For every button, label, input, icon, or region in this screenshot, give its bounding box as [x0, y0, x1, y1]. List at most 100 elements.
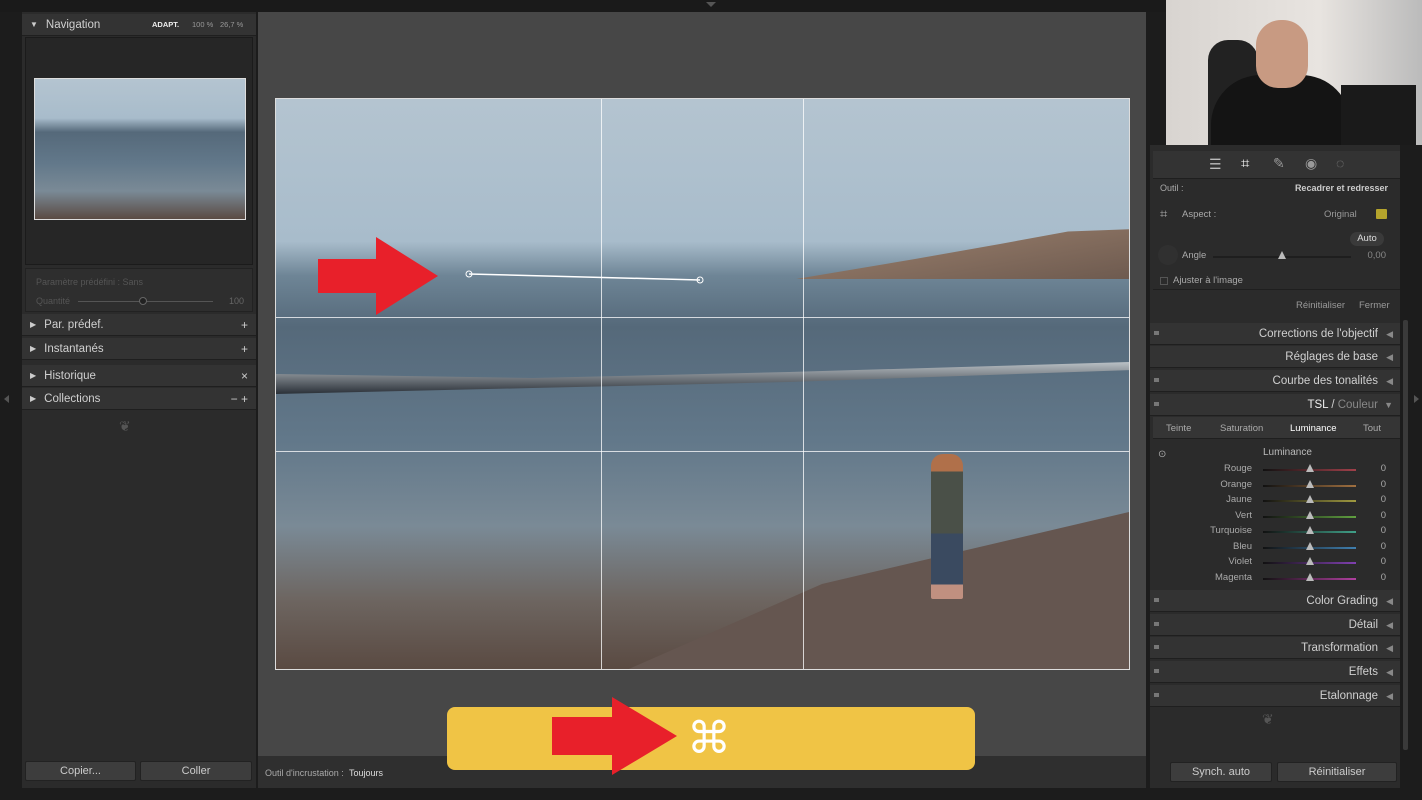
crop-close-button[interactable]: Fermer — [1359, 300, 1390, 311]
overlay-select[interactable]: Toujours — [349, 768, 383, 778]
target-adjust-icon[interactable]: ⊙ — [1158, 449, 1166, 460]
slider-thumb[interactable] — [1306, 526, 1314, 534]
panel-snapshots[interactable]: ▶ Instantanés + — [22, 338, 256, 360]
slider-jaune[interactable]: Jaune 0 — [1150, 494, 1400, 509]
slider-vert[interactable]: Vert 0 — [1150, 510, 1400, 525]
section-hsl[interactable]: TSL / Couleur ▼ — [1150, 394, 1400, 416]
section-calibration[interactable]: Etalonnage ◀ — [1150, 685, 1400, 707]
tool-strip: ☰ ⌗ ✎ ◉ ◌ — [1153, 151, 1400, 179]
toggle-icon[interactable] — [1154, 669, 1159, 673]
lock-icon[interactable] — [1376, 209, 1387, 219]
aspect-select[interactable]: Original — [1324, 209, 1357, 220]
section-lens-corrections[interactable]: Corrections de l'objectif ◀ — [1150, 323, 1400, 345]
slider-rouge[interactable]: Rouge 0 — [1150, 463, 1400, 478]
red-arrow-icon — [552, 697, 677, 775]
clear-history-button[interactable]: × — [241, 369, 248, 383]
angle-slider-thumb[interactable] — [1278, 251, 1286, 259]
paste-button[interactable]: Coller — [140, 761, 252, 781]
edit-sliders-icon[interactable]: ☰ — [1209, 156, 1222, 173]
section-label: Transformation — [1301, 642, 1378, 654]
panel-history[interactable]: ▶ Historique × — [22, 365, 256, 387]
panel-label: Historique — [44, 369, 96, 382]
hsl-title[interactable]: TSL — [1307, 399, 1328, 411]
crop-reset-button[interactable]: Réinitialiser — [1296, 300, 1345, 311]
section-transform[interactable]: Transformation ◀ — [1150, 637, 1400, 659]
section-basic[interactable]: Réglages de base ◀ — [1150, 346, 1400, 368]
section-label: Courbe des tonalités — [1272, 375, 1378, 387]
color-title[interactable]: Couleur — [1338, 399, 1378, 411]
navigation-header[interactable]: ▼ Navigation ADAPT. 100 % 26,7 % — [22, 14, 256, 36]
right-panel-scrollbar[interactable] — [1403, 320, 1408, 750]
add-preset-button[interactable]: + — [241, 318, 248, 332]
add-snapshot-button[interactable]: + — [241, 342, 248, 356]
toggle-icon[interactable] — [1154, 645, 1159, 649]
slider-bleu[interactable]: Bleu 0 — [1150, 541, 1400, 556]
slider-thumb[interactable] — [1306, 541, 1314, 550]
expand-icon: ▶ — [30, 371, 37, 380]
aspect-label: Aspect : — [1182, 209, 1217, 220]
toggle-icon[interactable] — [1154, 693, 1159, 697]
divider — [1153, 289, 1400, 290]
slider-magenta[interactable]: Magenta 0 — [1150, 572, 1400, 587]
right-panel-toggle-icon[interactable] — [1414, 395, 1419, 403]
amount-slider-thumb[interactable] — [139, 297, 147, 305]
section-label: Corrections de l'objectif — [1258, 328, 1378, 340]
slider-label: Magenta — [1215, 571, 1252, 583]
section-tone-curve[interactable]: Courbe des tonalités ◀ — [1150, 370, 1400, 392]
toggle-icon[interactable] — [1154, 331, 1159, 335]
copy-button[interactable]: Copier... — [25, 761, 136, 781]
toggle-icon[interactable] — [1154, 378, 1159, 382]
section-effects[interactable]: Effets ◀ — [1150, 661, 1400, 683]
panel-label: Par. prédef. — [44, 318, 104, 331]
slider-label: Rouge — [1224, 463, 1252, 474]
fit-checkbox[interactable] — [1160, 277, 1168, 285]
panel-presets[interactable]: ▶ Par. prédef. + — [22, 314, 256, 336]
tab-luminance[interactable]: Luminance — [1290, 423, 1336, 434]
sync-button[interactable]: Synch. auto — [1170, 762, 1272, 782]
tab-hue[interactable]: Teinte — [1166, 423, 1191, 434]
healing-icon[interactable]: ✎ — [1273, 155, 1285, 172]
expand-icon: ◀ — [1386, 329, 1393, 339]
slider-thumb[interactable] — [1306, 495, 1314, 503]
toggle-icon[interactable] — [1154, 402, 1159, 406]
panel-collections[interactable]: ▶ Collections − + — [22, 388, 256, 410]
auto-angle-button[interactable]: Auto — [1350, 232, 1384, 246]
slider-thumb[interactable] — [1306, 572, 1314, 581]
navigator-thumbnail[interactable] — [34, 78, 246, 220]
zoom-100[interactable]: 100 % — [192, 20, 213, 29]
slider-value: 0 — [1380, 494, 1386, 505]
slider-thumb[interactable] — [1306, 479, 1314, 488]
straighten-line[interactable] — [276, 99, 1130, 670]
crop-overlay-icon[interactable]: ⌗ — [1160, 206, 1167, 222]
photo-crop-area[interactable] — [275, 98, 1130, 670]
tab-saturation[interactable]: Saturation — [1220, 423, 1263, 434]
slider-label: Bleu — [1232, 540, 1252, 552]
toggle-icon[interactable] — [1154, 622, 1159, 626]
straighten-tool-icon[interactable] — [1158, 245, 1178, 265]
toggle-icon[interactable] — [1154, 598, 1159, 602]
section-detail[interactable]: Détail ◀ — [1150, 614, 1400, 636]
zoom-custom[interactable]: 26,7 % — [220, 20, 243, 29]
reset-button[interactable]: Réinitialiser — [1277, 762, 1397, 782]
red-eye-icon[interactable]: ◉ — [1305, 155, 1317, 172]
slider-turquoise[interactable]: Turquoise 0 — [1150, 525, 1400, 540]
tab-all[interactable]: Tout — [1363, 423, 1381, 434]
slider-value: 0 — [1380, 571, 1386, 583]
crop-tool-icon[interactable]: ⌗ — [1241, 155, 1249, 172]
zoom-fit[interactable]: ADAPT. — [152, 20, 179, 29]
left-panel-toggle-icon[interactable] — [4, 395, 9, 403]
slider-thumb[interactable] — [1306, 510, 1314, 519]
section-label: Détail — [1348, 619, 1378, 631]
masking-icon[interactable]: ◌ — [1336, 155, 1344, 171]
slider-violet[interactable]: Violet 0 — [1150, 556, 1400, 571]
section-color-grading[interactable]: Color Grading ◀ — [1150, 590, 1400, 612]
slider-value: 0 — [1380, 463, 1386, 474]
collection-actions[interactable]: − + — [231, 392, 248, 406]
slider-thumb[interactable] — [1306, 557, 1314, 565]
section-label: Color Grading — [1306, 595, 1378, 607]
slider-thumb[interactable] — [1306, 464, 1314, 472]
slider-orange[interactable]: Orange 0 — [1150, 479, 1400, 494]
amount-value: 100 — [228, 296, 244, 306]
top-panel-toggle-icon[interactable] — [706, 2, 716, 7]
slider-label: Orange — [1220, 478, 1252, 490]
